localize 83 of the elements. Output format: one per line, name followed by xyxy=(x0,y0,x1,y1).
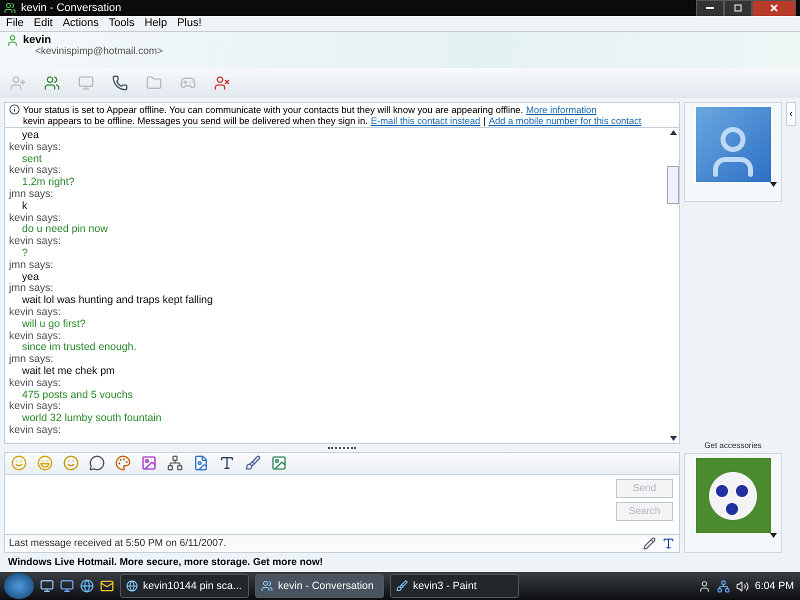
minimize-button[interactable] xyxy=(696,0,724,16)
brush-icon[interactable] xyxy=(245,455,261,472)
taskbar-button[interactable]: kevin10144 pin sca... xyxy=(120,574,249,598)
menu-item[interactable]: File xyxy=(1,16,29,31)
network-icon[interactable] xyxy=(716,580,730,592)
message-text: ? xyxy=(22,248,29,260)
dropdown-caret-icon[interactable] xyxy=(770,533,777,538)
message-text: wait lol was hunting and traps kept falling xyxy=(22,295,214,307)
hotmail-ad-text[interactable]: Windows Live Hotmail. More secure, more storage. Get more now! xyxy=(8,557,323,568)
status-text: Last message received at 5:50 PM on 6/11/2007. xyxy=(9,538,228,549)
sender-label: kevin says: xyxy=(9,212,62,224)
message-text: will u go first? xyxy=(22,318,87,331)
message-text: 1.2m right? xyxy=(22,177,76,189)
message-text: wait let me chek pm xyxy=(22,366,116,378)
message-text: do u need pin now xyxy=(22,224,109,236)
maximize-button[interactable] xyxy=(724,0,752,16)
font-icon[interactable] xyxy=(662,536,675,550)
accessories-label[interactable]: Get accessories xyxy=(684,441,782,450)
message-text: 475 posts and 5 vouchs xyxy=(22,390,134,401)
contact-status-icon xyxy=(6,34,19,47)
status-notice: Your status is set to Appear offline. You can communicate with your contacts but they will know you are appearing offline. xyxy=(23,104,524,115)
user-icon[interactable] xyxy=(698,580,711,592)
sender-label: kevin says: xyxy=(9,236,62,248)
phone-icon[interactable] xyxy=(112,75,128,91)
sender-label: kevin says: xyxy=(9,330,62,342)
scroll-down-icon[interactable] xyxy=(670,436,676,441)
block-contact-icon[interactable] xyxy=(214,75,230,91)
sender-label: kevin says: xyxy=(9,165,62,177)
minimize-icon xyxy=(706,7,714,9)
info-icon xyxy=(9,104,20,115)
sender-label: kevin says: xyxy=(9,378,62,390)
globe-icon xyxy=(126,580,138,592)
email-contact-link[interactable]: E-mail this contact instead xyxy=(370,115,480,126)
menu-item[interactable]: Edit xyxy=(28,16,58,31)
people-icon xyxy=(261,580,273,592)
menu-item[interactable]: Plus! xyxy=(172,16,207,31)
brush-icon xyxy=(396,580,408,592)
close-icon xyxy=(770,4,778,12)
resize-grip[interactable] xyxy=(328,446,356,449)
chevron-left-icon xyxy=(787,110,795,118)
taskbar-button[interactable]: kevin3 - Paint xyxy=(390,574,519,598)
message-text: world 32 lumby south fountain xyxy=(22,413,162,425)
sender-label: jmn says: xyxy=(9,188,54,201)
dropdown-caret-icon[interactable] xyxy=(770,182,777,187)
contact-name: kevin xyxy=(23,34,52,46)
menu-item[interactable]: Help xyxy=(139,16,172,31)
sender-label: kevin says: xyxy=(9,306,62,319)
scrollbar-thumb[interactable] xyxy=(667,166,679,204)
sender-label: kevin says: xyxy=(9,401,61,413)
message-text: yea xyxy=(22,272,40,283)
separator: | xyxy=(483,115,486,126)
menu-item[interactable]: Actions xyxy=(58,16,104,31)
sender-label: jmn says: xyxy=(9,354,54,366)
window-title: kevin - Conversation xyxy=(21,2,122,14)
message-text: sent xyxy=(22,154,43,165)
contact-email: <kevinispimp@hotmail.com> xyxy=(35,46,163,57)
font-icon[interactable] xyxy=(219,455,235,472)
message-text: since im trusted enough. xyxy=(22,342,138,354)
clock: 6:04 PM xyxy=(754,580,794,592)
message-text: k xyxy=(22,200,28,213)
contacts-icon[interactable] xyxy=(44,75,60,91)
sender-label: jmn says: xyxy=(9,260,54,272)
add-mobile-link[interactable]: Add a mobile number for this contact xyxy=(488,115,642,126)
handwriting-icon[interactable] xyxy=(643,536,656,550)
messenger-icon xyxy=(4,2,16,14)
more-information-link[interactable]: More information xyxy=(526,104,596,115)
picture-icon[interactable] xyxy=(141,455,157,472)
palette-icon[interactable] xyxy=(115,455,131,472)
start-button[interactable] xyxy=(4,573,34,599)
desktop-icon[interactable] xyxy=(40,579,54,593)
menu-item[interactable]: Tools xyxy=(104,16,140,31)
sender-label: jmn says: xyxy=(9,283,54,295)
message-text: yea xyxy=(22,130,40,142)
maximize-icon xyxy=(734,4,742,12)
taskbar-button[interactable]: kevin - Conversation xyxy=(255,574,384,598)
collapse-panel-button[interactable] xyxy=(786,102,796,126)
offline-notice: kevin appears to be offline. Messages you send will be delivered when they sign in. xyxy=(23,115,368,126)
volume-icon[interactable] xyxy=(736,580,749,592)
browser-icon[interactable] xyxy=(80,579,94,593)
scroll-up-icon[interactable] xyxy=(670,130,676,135)
sender-label: kevin says: xyxy=(9,424,62,437)
close-button[interactable] xyxy=(752,0,796,16)
sender-label: kevin says: xyxy=(9,142,62,154)
